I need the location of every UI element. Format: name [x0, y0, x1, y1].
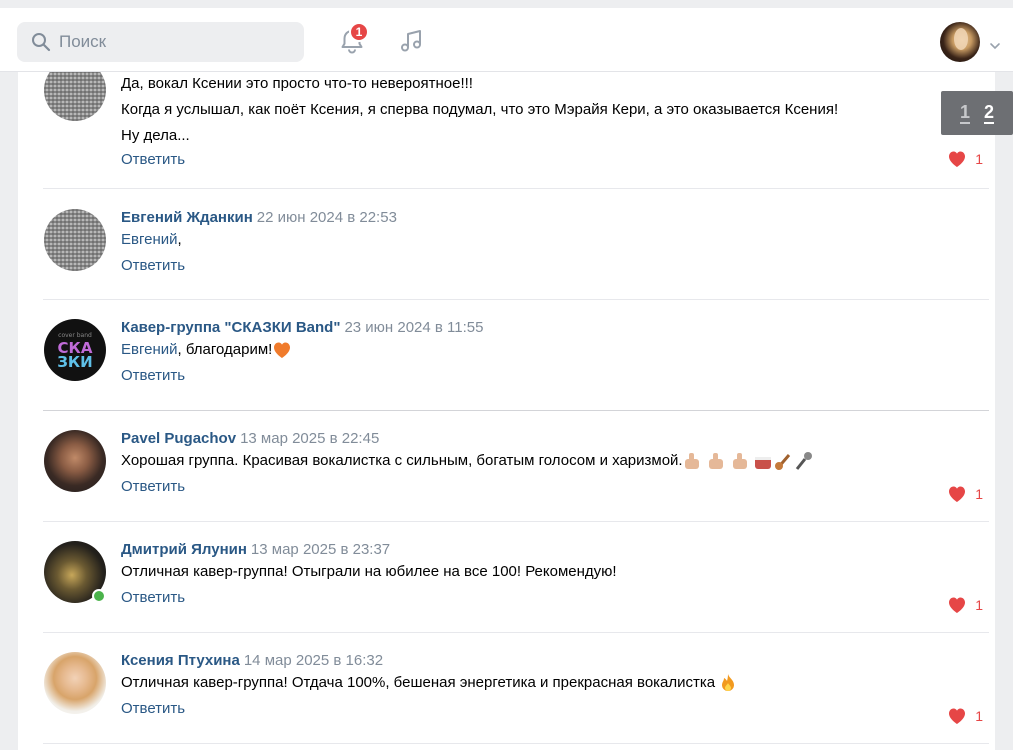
skazki-logo-icon: cover band СКА ЗКИ [57, 332, 93, 371]
comment-author[interactable]: Pavel Pugachov [121, 430, 236, 447]
user-avatar[interactable] [940, 22, 980, 62]
comment-date[interactable]: 22 июн 2024 в 22:53 [257, 209, 397, 226]
like-button[interactable]: 1 [947, 150, 983, 168]
comment-author[interactable]: Ксения Птухина [121, 652, 240, 669]
comment-text: Да, вокал Ксении это просто что-то невер… [121, 72, 941, 149]
comment-author[interactable]: Дмитрий Ялунин [121, 541, 247, 558]
like-count: 1 [975, 486, 983, 502]
comment-body: Pavel Pugachov 13 мар 2025 в 22:45 Хороша… [121, 430, 989, 496]
chevron-down-icon[interactable] [989, 42, 1001, 50]
comment-text-rest: Хорошая группа. Красивая вокалистка с си… [121, 452, 683, 469]
like-button[interactable]: 1 [947, 707, 983, 725]
reply-button[interactable]: Ответить [121, 700, 185, 717]
comment-text-line: Ну дела... [121, 127, 190, 144]
reply-button[interactable]: Ответить [121, 151, 185, 168]
comment-text-rest: , благодарим! [177, 341, 273, 358]
comment-avatar[interactable] [44, 72, 106, 121]
comments-panel: Да, вокал Ксении это просто что-то невер… [18, 72, 995, 750]
heart-icon [949, 486, 966, 502]
comment-avatar[interactable] [44, 209, 106, 271]
like-button[interactable]: 1 [947, 485, 983, 503]
comment-text: Хорошая группа. Красивая вокалистка с си… [121, 448, 989, 474]
reply-button[interactable]: Ответить [121, 589, 185, 606]
comment-text: Отличная кавер-группа! Отыграли на юбиле… [121, 563, 617, 580]
page-switcher: 1 2 [941, 91, 1013, 135]
comment-text-line: Да, вокал Ксении это просто что-то невер… [121, 75, 473, 92]
orange-heart-icon [274, 342, 291, 359]
comment-text: Евгений, [121, 227, 989, 253]
heart-icon [949, 151, 966, 167]
comment-author[interactable]: Кавер-группа "СКАЗКИ Band" [121, 319, 340, 336]
music-icon[interactable] [398, 27, 426, 55]
comment-date[interactable]: 13 мар 2025 в 23:37 [251, 541, 390, 558]
reply-button[interactable]: Ответить [121, 367, 185, 384]
comment-text-line: Когда я услышал, как поёт Ксения, я спер… [121, 101, 839, 118]
top-header: 1 [0, 8, 1013, 72]
comment-body: Кавер-группа "СКАЗКИ Band" 23 июн 2024 в … [121, 319, 989, 385]
comment-avatar[interactable] [44, 652, 106, 714]
fire-icon [722, 674, 735, 692]
comment-avatar[interactable] [44, 430, 106, 492]
like-button[interactable]: 1 [947, 596, 983, 614]
like-count: 1 [975, 151, 983, 167]
comment-body: Дмитрий Ялунин 13 мар 2025 в 23:37 Отличн… [121, 541, 989, 607]
page-1-button[interactable]: 1 [959, 102, 970, 124]
heart-icon [949, 597, 966, 613]
notification-badge: 1 [349, 22, 369, 42]
comment-body: Евгений Жданкин 22 июн 2024 в 22:53 Евген… [121, 209, 989, 275]
search-input[interactable] [59, 32, 299, 52]
comment-date[interactable]: 23 июн 2024 в 11:55 [344, 319, 483, 336]
like-count: 1 [975, 708, 983, 724]
comment-body: Ксения Птухина 14 мар 2025 в 16:32 Отличн… [121, 652, 989, 718]
like-count: 1 [975, 597, 983, 613]
comment-author[interactable]: Евгений Жданкин [121, 209, 253, 226]
comment-item: Дмитрий Ялунин 13 мар 2025 в 23:37 Отличн… [43, 522, 989, 633]
reply-button[interactable]: Ответить [121, 257, 185, 274]
page-2-button[interactable]: 2 [984, 102, 995, 124]
comment-item: Евгений Жданкин 22 июн 2024 в 22:53 Евген… [43, 189, 989, 300]
mention-link[interactable]: Евгений [121, 231, 178, 248]
search-icon [32, 33, 51, 52]
comment-text: Евгений, благодарим! [121, 337, 989, 363]
emoji-row-icon [684, 452, 812, 471]
svg-text:cover band: cover band [58, 332, 92, 339]
comment-avatar[interactable]: cover band СКА ЗКИ [44, 319, 106, 381]
comment-text: Отличная кавер-группа! Отдача 100%, беше… [121, 670, 989, 696]
comment-item: Pavel Pugachov 13 мар 2025 в 22:45 Хороша… [43, 411, 989, 522]
comment-text-rest: , [177, 231, 182, 248]
comment-item: cover band СКА ЗКИ Кавер-группа "СКАЗКИ … [43, 300, 989, 411]
comment-date[interactable]: 14 мар 2025 в 16:32 [244, 652, 383, 669]
mention-link[interactable]: Евгений [121, 341, 178, 358]
comment-date[interactable]: 13 мар 2025 в 22:45 [240, 430, 379, 447]
svg-text:ЗКИ: ЗКИ [57, 353, 92, 371]
online-indicator [92, 589, 106, 603]
comment-text-rest: Отличная кавер-группа! Отдача 100%, беше… [121, 674, 716, 691]
comment-item: Да, вокал Ксении это просто что-то невер… [43, 72, 989, 189]
comment-item: Ксения Птухина 14 мар 2025 в 16:32 Отличн… [43, 633, 989, 744]
top-strip [0, 0, 1013, 8]
search-box[interactable] [17, 22, 304, 62]
reply-button[interactable]: Ответить [121, 478, 185, 495]
heart-icon [949, 708, 966, 724]
